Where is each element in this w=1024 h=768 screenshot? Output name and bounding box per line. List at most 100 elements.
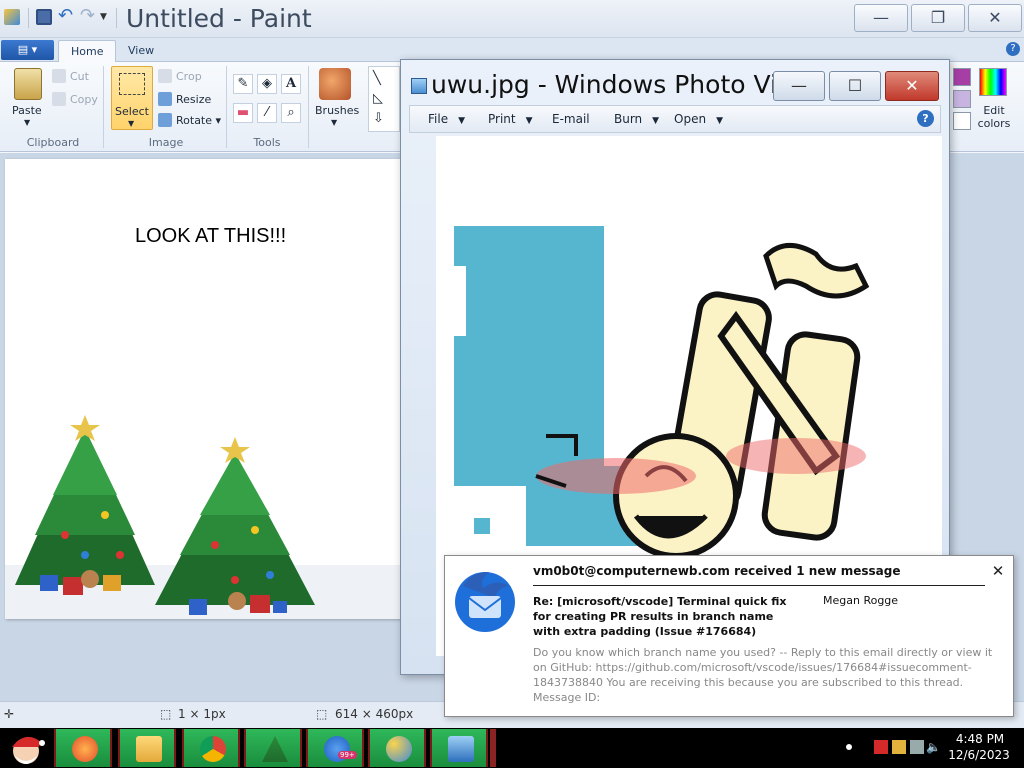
copy-icon <box>52 92 66 106</box>
viewer-help-icon[interactable]: ? <box>917 110 934 127</box>
viewer-minimize-button[interactable]: — <box>773 71 825 101</box>
rotate-icon <box>158 113 172 127</box>
edit-colors-icon[interactable] <box>979 68 1007 96</box>
image-size-icon: ⬚ <box>316 707 328 721</box>
edit-colors-button[interactable]: Edit colors <box>976 104 1012 130</box>
viewer-file-menu[interactable]: File ▼ <box>428 112 465 126</box>
paste-dropdown-icon[interactable]: ▼ <box>24 118 30 127</box>
taskbar-photo-viewer[interactable] <box>430 729 488 767</box>
brushes-dropdown-icon[interactable]: ▼ <box>331 118 337 127</box>
christmas-trees-image <box>5 415 409 619</box>
open-menu-label: Open <box>674 112 707 126</box>
magnifier-icon[interactable]: ⌕ <box>281 103 301 123</box>
paint-app-icon[interactable] <box>4 9 20 25</box>
taskbar-firefox[interactable] <box>54 729 112 767</box>
brushes-icon[interactable] <box>319 68 351 100</box>
viewer-print-menu[interactable]: Print ▼ <box>488 112 533 126</box>
undo-icon[interactable]: ↶ <box>58 7 74 25</box>
folder-icon <box>136 736 162 762</box>
firefox-icon <box>72 736 98 762</box>
paint-icon <box>386 736 412 762</box>
text-tool-icon[interactable]: A <box>281 74 301 94</box>
viewer-email-button[interactable]: E-mail <box>552 112 590 126</box>
rotate-button[interactable]: Rotate ▾ <box>158 113 221 127</box>
color-picker-icon[interactable]: ⁄ <box>257 103 277 123</box>
viewer-maximize-button[interactable]: ☐ <box>829 71 881 101</box>
notification-header: vm0b0t@computernewb.com received 1 new m… <box>533 564 901 578</box>
copy-button[interactable]: Copy <box>52 92 98 106</box>
qat-customize-icon[interactable]: ▼ <box>100 9 116 25</box>
brushes-button[interactable]: Brushes <box>315 104 359 117</box>
color-swatch-empty[interactable] <box>953 112 971 130</box>
tab-view[interactable]: View <box>116 40 166 62</box>
photo-viewer-icon <box>448 736 474 762</box>
resize-label: Resize <box>176 93 212 106</box>
photo-viewer-app-icon[interactable] <box>411 78 427 94</box>
canvas-text: LOOK AT THIS!!! <box>135 225 287 247</box>
power-icon[interactable] <box>910 740 924 754</box>
taskbar-thunderbird[interactable]: 99+ <box>306 729 364 767</box>
paint-restore-button[interactable]: ❐ <box>911 4 965 32</box>
taskbar-chrome[interactable] <box>182 729 240 767</box>
chevron-down-icon: ▼ <box>716 116 723 126</box>
image-size: 614 × 460px <box>335 707 414 721</box>
mail-notification[interactable]: vm0b0t@computernewb.com received 1 new m… <box>444 555 1014 717</box>
tree-icon <box>262 736 288 762</box>
select-dropdown-icon: ▼ <box>128 119 135 128</box>
resize-button[interactable]: Resize <box>158 92 211 106</box>
paste-icon[interactable] <box>14 68 42 100</box>
fill-icon[interactable]: ◈ <box>257 74 277 94</box>
clock-date[interactable]: 12/6/2023 <box>948 748 1010 762</box>
photo-viewer-title: uwu.jpg - Windows Photo Vi... <box>431 70 801 99</box>
taskbar-paint[interactable] <box>368 729 426 767</box>
clock-time[interactable]: 4:48 PM <box>952 732 1008 746</box>
clipboard-group-label: Clipboard <box>26 136 80 149</box>
taskbar-explorer[interactable] <box>118 729 176 767</box>
select-button[interactable]: Select ▼ <box>111 66 153 130</box>
pencil-icon[interactable]: ✎ <box>233 74 253 94</box>
paint-help-icon[interactable]: ? <box>1006 42 1020 56</box>
cut-button[interactable]: Cut <box>52 69 89 83</box>
tab-home[interactable]: Home <box>58 40 117 62</box>
eraser-icon[interactable]: ▬ <box>233 103 253 123</box>
viewer-close-button[interactable]: ✕ <box>885 71 939 101</box>
file-menu-label: File <box>428 112 449 126</box>
crop-label: Crop <box>176 70 202 83</box>
tray-indicator[interactable] <box>846 744 852 750</box>
group-separator <box>103 66 104 148</box>
paint-canvas[interactable]: LOOK AT THIS!!! <box>5 159 409 619</box>
action-center-icon[interactable] <box>874 740 888 754</box>
notification-close-icon[interactable]: ✕ <box>989 562 1007 580</box>
color-swatch-purple[interactable] <box>953 68 971 86</box>
viewer-burn-menu[interactable]: Burn ▼ <box>614 112 659 126</box>
notification-sender: Megan Rogge <box>823 594 899 607</box>
cut-label: Cut <box>70 70 89 83</box>
photo-viewer-command-bar: File ▼ Print ▼ E-mail Burn ▼ Open ▼ ? <box>409 105 941 133</box>
triangle-shape-icon[interactable]: ◺ <box>373 91 383 106</box>
save-icon[interactable] <box>36 9 52 25</box>
color-swatch-lavender[interactable] <box>953 90 971 108</box>
copy-label: Copy <box>70 93 98 106</box>
paint-title-bar: ↶ ↷ ▼ Untitled - Paint — ❐ ✕ <box>0 0 1024 38</box>
scissors-icon <box>52 69 66 83</box>
paint-minimize-button[interactable]: — <box>854 4 908 32</box>
chevron-down-icon: ▼ <box>652 116 660 126</box>
taskbar: 99+ 🔈 4:48 PM 12/6/2023 <box>0 728 1024 768</box>
line-shape-icon[interactable]: ╲ <box>373 71 381 86</box>
santa-start-button[interactable] <box>2 729 50 767</box>
burn-menu-label: Burn <box>614 112 643 126</box>
paint-close-button[interactable]: ✕ <box>968 4 1022 32</box>
paint-file-menu-button[interactable]: ▤ ▾ <box>1 40 54 60</box>
redo-icon[interactable]: ↷ <box>80 7 96 25</box>
taskbar-tree-app[interactable] <box>244 729 302 767</box>
thunderbird-icon <box>455 572 515 632</box>
crop-button[interactable]: Crop <box>158 69 202 83</box>
shapes-gallery[interactable]: ╲ ◺ ⇩ <box>368 66 400 132</box>
viewer-open-menu[interactable]: Open ▼ <box>674 112 723 126</box>
paste-button[interactable]: Paste <box>12 104 42 117</box>
arrow-shape-icon[interactable]: ⇩ <box>373 111 384 126</box>
volume-icon[interactable]: 🔈 <box>926 740 941 754</box>
network-icon[interactable] <box>892 740 906 754</box>
unread-badge: 99+ <box>338 751 357 759</box>
select-icon <box>119 73 145 95</box>
